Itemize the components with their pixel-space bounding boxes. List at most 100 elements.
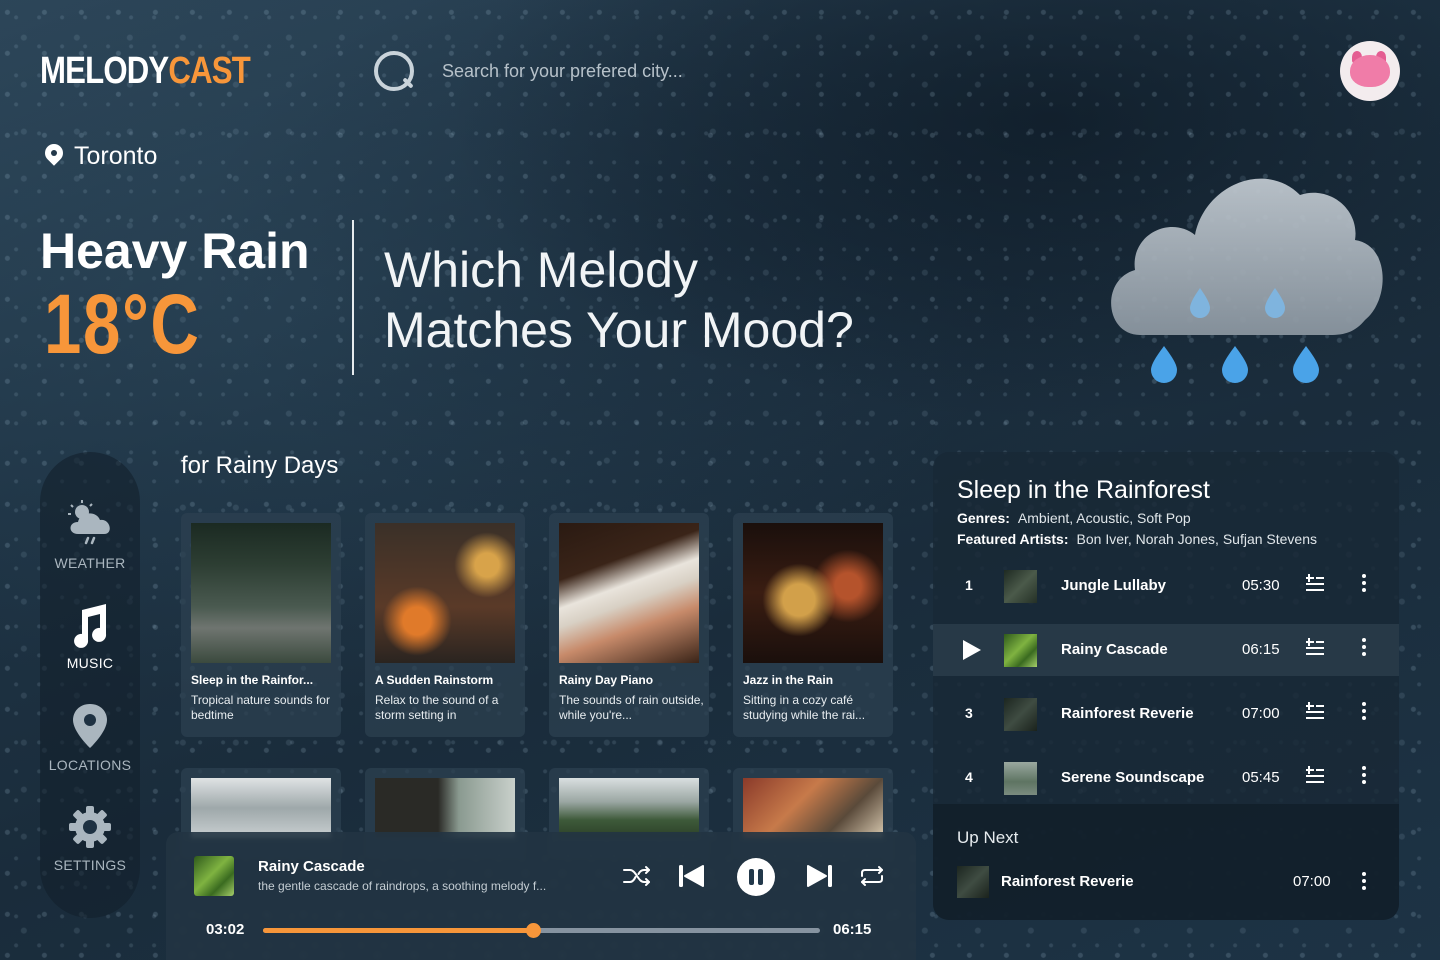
weather-condition: Heavy Rain (40, 223, 310, 279)
music-note-icon (74, 604, 107, 648)
card-thumbnail (191, 523, 331, 663)
headline: Which Melody Matches Your Mood? (384, 240, 854, 360)
up-next-duration: 07:00 (1293, 873, 1331, 890)
now-playing-bar: Rainy Cascade the gentle cascade of rain… (166, 832, 916, 960)
card-thumbnail (375, 523, 515, 663)
temperature: 18°C (44, 277, 201, 371)
playlist-card[interactable]: Sleep in the Rainfor... Tropical nature … (181, 513, 341, 737)
sidebar-item-label: LOCATIONS (48, 757, 132, 773)
sidebar-item-label: WEATHER (54, 555, 126, 571)
track-row[interactable]: 3 Rainforest Reverie 07:00 (933, 688, 1399, 740)
track-duration: 06:15 (1242, 641, 1280, 658)
track-thumbnail (1004, 570, 1037, 603)
card-thumbnail (375, 778, 515, 838)
gear-icon (69, 806, 111, 848)
playlist-genres: Genres: Ambient, Acoustic, Soft Pop (957, 510, 1191, 526)
playlist-title: Sleep in the Rainforest (957, 476, 1210, 504)
playlist-card[interactable]: Rainy Day Piano The sounds of rain outsi… (549, 513, 709, 737)
search-bar[interactable] (372, 46, 972, 96)
sidebar-item-music[interactable]: MUSIC (40, 602, 140, 671)
track-name: Rainforest Reverie (1061, 705, 1194, 722)
progress-fill (263, 928, 534, 933)
sidebar-item-label: MUSIC (66, 655, 114, 671)
playlist-card[interactable]: Jazz in the Rain Sitting in a cozy café … (733, 513, 893, 737)
up-next-thumbnail (957, 866, 989, 898)
current-time: 03:02 (206, 921, 245, 938)
add-to-queue-icon[interactable] (1305, 574, 1325, 594)
next-icon[interactable] (807, 864, 833, 888)
pause-button[interactable] (736, 857, 776, 897)
track-thumbnail (1004, 698, 1037, 731)
divider (352, 220, 354, 375)
card-thumbnail (559, 778, 699, 838)
track-thumbnail (1004, 762, 1037, 795)
headline-line-1: Which Melody (384, 242, 698, 298)
brand-logo[interactable]: MELODYCAST (40, 50, 251, 93)
card-thumbnail (559, 523, 699, 663)
progress-track[interactable] (263, 923, 820, 938)
section-title: for Rainy Days (181, 452, 339, 479)
add-to-queue-icon[interactable] (1305, 638, 1325, 658)
previous-icon[interactable] (678, 864, 704, 888)
cloud-sun-rain-icon (68, 500, 110, 545)
track-name: Jungle Lullaby (1061, 577, 1167, 594)
headline-line-2: Matches Your Mood? (384, 302, 854, 358)
genres-label: Genres: (957, 510, 1010, 526)
sidebar: WEATHER MUSIC LOCATIONS SETTINGS (40, 452, 140, 918)
card-thumbnail (191, 778, 331, 838)
add-to-queue-icon[interactable] (1305, 702, 1325, 722)
track-row[interactable]: 4 Serene Soundscape 05:45 (933, 752, 1399, 804)
location[interactable]: Toronto (44, 142, 157, 171)
card-thumbnail (743, 778, 883, 838)
card-title: A Sudden Rainstorm (375, 673, 494, 687)
track-duration: 07:00 (1242, 705, 1280, 722)
progress-handle[interactable] (526, 923, 542, 938)
shuffle-icon[interactable] (622, 865, 652, 887)
map-pin-icon (73, 704, 107, 748)
track-name: Serene Soundscape (1061, 769, 1205, 786)
now-playing-description: the gentle cascade of raindrops, a sooth… (258, 879, 547, 893)
artists-label: Featured Artists: (957, 531, 1069, 547)
track-number: 4 (965, 769, 973, 785)
card-description: The sounds of rain outside, while you're… (559, 693, 704, 722)
playlist-panel: Sleep in the Rainforest Genres: Ambient, … (933, 452, 1399, 920)
card-title: Jazz in the Rain (743, 673, 834, 687)
track-row-playing[interactable]: Rainy Cascade 06:15 (933, 624, 1399, 676)
more-options-icon[interactable] (1361, 638, 1367, 660)
card-description: Relax to the sound of a storm setting in (375, 693, 499, 722)
location-name: Toronto (74, 142, 158, 170)
rain-cloud-icon (1111, 178, 1383, 383)
up-next-label: Up Next (957, 828, 1019, 847)
sidebar-item-label: SETTINGS (53, 857, 127, 873)
more-options-icon[interactable] (1361, 872, 1367, 894)
card-description: Sitting in a cozy café studying while th… (743, 693, 866, 722)
search-input[interactable] (442, 60, 922, 82)
track-number: 1 (965, 577, 973, 593)
track-thumbnail (1004, 634, 1037, 667)
more-options-icon[interactable] (1361, 766, 1367, 788)
sidebar-item-locations[interactable]: LOCATIONS (40, 702, 140, 773)
up-next-section: Up Next Rainforest Reverie 07:00 (933, 804, 1399, 920)
track-row[interactable]: 1 Jungle Lullaby 05:30 (933, 560, 1399, 612)
location-pin-icon (44, 144, 64, 170)
artists-value: Bon Iver, Norah Jones, Sufjan Stevens (1076, 531, 1317, 547)
add-to-queue-icon[interactable] (1305, 766, 1325, 786)
card-description: Tropical nature sounds for bedtime (191, 693, 330, 722)
genres-value: Ambient, Acoustic, Soft Pop (1017, 510, 1191, 526)
more-options-icon[interactable] (1361, 574, 1367, 596)
sidebar-item-weather[interactable]: WEATHER (40, 498, 140, 571)
playlist-card[interactable]: A Sudden Rainstorm Relax to the sound of… (365, 513, 525, 737)
play-icon[interactable] (963, 640, 981, 660)
repeat-icon[interactable] (858, 865, 886, 887)
search-icon[interactable] (372, 49, 416, 93)
more-options-icon[interactable] (1361, 702, 1367, 724)
card-thumbnail (743, 523, 883, 663)
up-next-track-name[interactable]: Rainforest Reverie (1001, 873, 1134, 890)
track-duration: 05:45 (1242, 769, 1280, 786)
sidebar-item-settings[interactable]: SETTINGS (40, 804, 140, 873)
pig-avatar-icon (1350, 55, 1390, 87)
playlist-artists: Featured Artists: Bon Iver, Norah Jones, … (957, 531, 1317, 547)
track-number: 3 (965, 705, 973, 721)
avatar[interactable] (1340, 41, 1400, 101)
card-title: Rainy Day Piano (559, 673, 654, 687)
